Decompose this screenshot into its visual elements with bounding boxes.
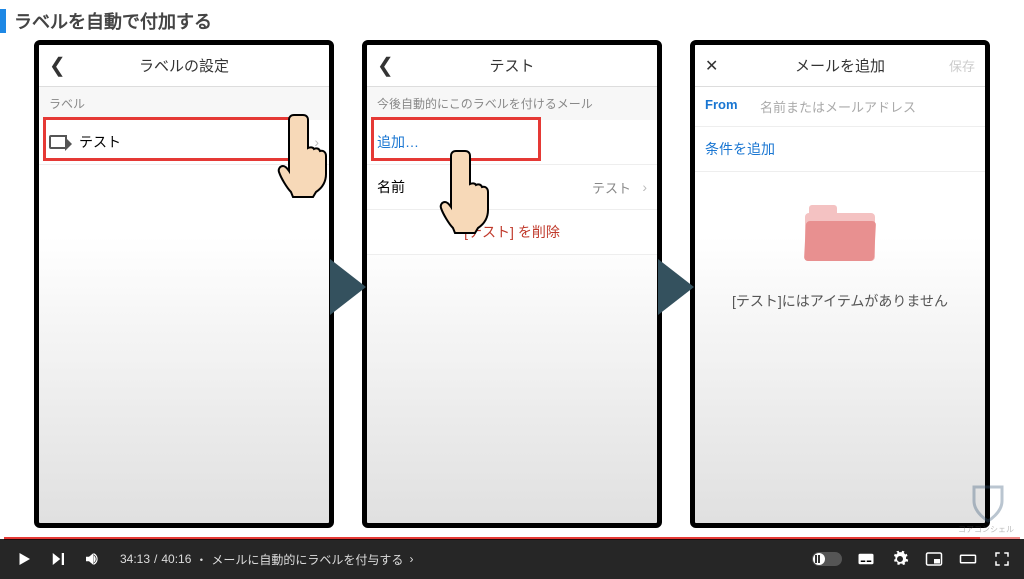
content-area: ❮ ラベルの設定 ラベル テスト › ❮ テスト 今後自動的にこのラベルを付ける… — [0, 40, 1024, 539]
watermark-text: コアコンシェル — [958, 524, 1014, 535]
close-icon[interactable]: ✕ — [705, 56, 718, 76]
time-display: 34:13 / 40:16 ・ メールに自動的にラベルを付与する › — [120, 551, 413, 568]
delete-row[interactable]: [テスト] を削除 — [367, 210, 657, 255]
watermark-logo — [970, 483, 1006, 523]
empty-text: [テスト]にはアイテムがありません — [715, 291, 965, 312]
total-time: 40:16 — [161, 552, 191, 566]
chapter-title[interactable]: メールに自動的にラベルを付与する — [211, 551, 403, 568]
chapter-chevron-icon[interactable]: › — [409, 552, 413, 566]
name-label: 名前 — [377, 177, 405, 197]
autoplay-toggle[interactable] — [812, 552, 842, 566]
folder-icon — [805, 205, 875, 261]
next-button[interactable] — [46, 547, 70, 571]
label-row-test[interactable]: テスト › — [39, 120, 329, 165]
label-name: テスト — [79, 132, 121, 152]
page-title: ラベルを自動で付加する — [14, 8, 212, 34]
add-link-row[interactable]: 追加… — [367, 120, 657, 165]
name-value: テスト — [592, 178, 631, 197]
back-icon[interactable]: ❮ — [49, 53, 66, 78]
from-placeholder: 名前またはメールアドレス — [760, 97, 916, 116]
delete-label: [テスト] を削除 — [464, 222, 560, 242]
screen1-header: ❮ ラベルの設定 — [39, 45, 329, 87]
miniplayer-button[interactable] — [924, 549, 944, 569]
page-title-bar: ラベルを自動で付加する — [0, 8, 212, 34]
fullscreen-button[interactable] — [992, 549, 1012, 569]
add-link: 追加… — [377, 132, 419, 152]
title-accent — [0, 9, 6, 33]
settings-button[interactable] — [890, 549, 910, 569]
screen2-title: テスト — [489, 55, 534, 76]
phone-screen-2: ❮ テスト 今後自動的にこのラベルを付けるメール 追加… 名前 テスト › [テ… — [362, 40, 662, 528]
screen2-header: ❮ テスト — [367, 45, 657, 87]
screen1-title: ラベルの設定 — [139, 55, 229, 76]
chevron-right-icon: › — [642, 179, 647, 195]
from-label: From — [705, 97, 760, 116]
captions-button[interactable] — [856, 549, 876, 569]
right-controls — [812, 549, 1012, 569]
back-icon[interactable]: ❮ — [377, 53, 394, 78]
label-icon — [49, 135, 67, 149]
arrow-2 — [656, 257, 696, 322]
save-button[interactable]: 保存 — [949, 56, 975, 75]
screen3-header: ✕ メールを追加 保存 — [695, 45, 985, 87]
empty-state: [テスト]にはアイテムがありません — [695, 205, 985, 312]
screen3-title: メールを追加 — [795, 55, 885, 76]
from-row[interactable]: From 名前またはメールアドレス — [695, 87, 985, 127]
name-row[interactable]: 名前 テスト › — [367, 165, 657, 210]
video-player-bar: 34:13 / 40:16 ・ メールに自動的にラベルを付与する › — [0, 539, 1024, 579]
volume-button[interactable] — [80, 547, 104, 571]
arrow-1 — [328, 257, 368, 322]
chevron-right-icon: › — [314, 134, 319, 150]
current-time: 34:13 — [120, 552, 150, 566]
theater-button[interactable] — [958, 549, 978, 569]
phone-screen-3: ✕ メールを追加 保存 From 名前またはメールアドレス 条件を追加 [テスト… — [690, 40, 990, 528]
add-condition-row[interactable]: 条件を追加 — [695, 127, 985, 172]
phone-screen-1: ❮ ラベルの設定 ラベル テスト › — [34, 40, 334, 528]
screen2-section-label: 今後自動的にこのラベルを付けるメール — [367, 87, 657, 120]
play-button[interactable] — [12, 547, 36, 571]
add-condition-link: 条件を追加 — [705, 139, 775, 159]
screen1-section-label: ラベル — [39, 87, 329, 120]
